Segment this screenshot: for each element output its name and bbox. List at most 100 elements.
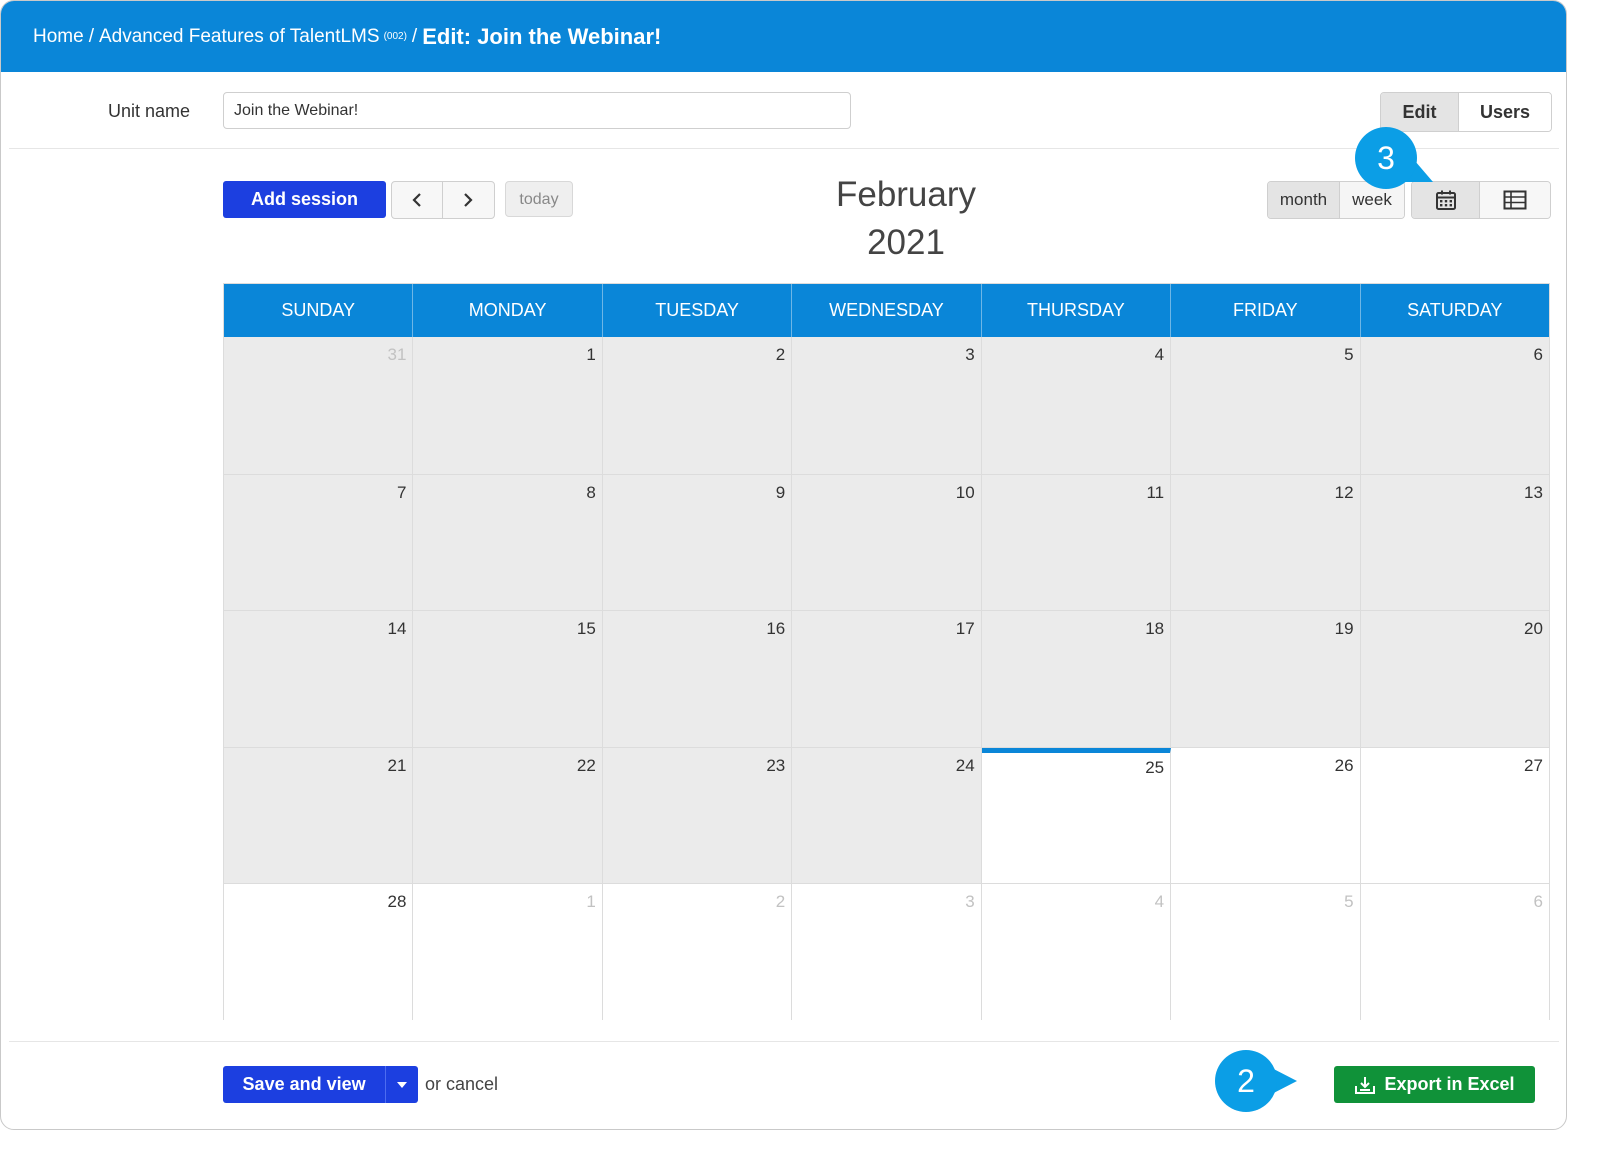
calendar-day-cell[interactable]: 11 [981, 474, 1172, 611]
calendar-day-cell[interactable]: 10 [792, 474, 982, 611]
calendar-day-cell[interactable]: 6 [1360, 884, 1549, 1020]
callout-step-3: 3 [1355, 127, 1465, 207]
day-number: 24 [955, 755, 975, 775]
calendar-day-cell[interactable]: 20 [1360, 611, 1549, 747]
weekday-wednesday: WEDNESDAY [792, 284, 982, 337]
day-number: 31 [387, 345, 407, 364]
day-number: 10 [955, 482, 975, 502]
calendar-title-year: 2021 [867, 223, 945, 262]
day-number: 5 [1344, 345, 1354, 364]
calendar-day-cell[interactable]: 1 [413, 337, 603, 474]
add-session-button[interactable]: Add session [223, 181, 386, 218]
calendar-day-cell[interactable]: 2 [602, 884, 793, 1020]
list-view-button[interactable] [1480, 182, 1550, 218]
calendar-day-cell[interactable]: 1 [413, 884, 603, 1020]
calendar-day-cell[interactable]: 19 [1171, 611, 1361, 747]
calendar-day-cell[interactable]: 4 [981, 884, 1172, 1020]
calendar-day-cell[interactable]: 2 [602, 337, 793, 474]
breadcrumb-course-code: (002) [383, 31, 407, 42]
breadcrumb-home-link[interactable]: Home [33, 26, 84, 48]
day-number: 1 [586, 345, 596, 364]
callout-step-2: 2 [1215, 1050, 1315, 1112]
day-number: 9 [775, 482, 786, 502]
save-and-view-button[interactable]: Save and view [223, 1066, 418, 1103]
month-view-button[interactable]: month [1268, 182, 1340, 218]
calendar-day-cell[interactable]: 16 [602, 611, 793, 747]
calendar-day-cell[interactable]: 17 [792, 611, 982, 747]
breadcrumb-course-link[interactable]: Advanced Features of TalentLMS [99, 26, 380, 48]
calendar-day-cell[interactable]: 3 [792, 884, 982, 1020]
day-number: 20 [1524, 619, 1543, 639]
day-number: 23 [766, 755, 786, 775]
save-options-dropdown[interactable] [386, 1066, 418, 1103]
breadcrumb: Home / Advanced Features of TalentLMS (0… [1, 1, 1566, 72]
day-number: 17 [955, 619, 975, 639]
calendar-day-cell[interactable]: 22 [413, 747, 603, 884]
day-number: 28 [387, 892, 407, 912]
day-number: 6 [1533, 892, 1543, 912]
calendar-day-cell[interactable]: 9 [602, 474, 793, 611]
callout-number: 3 [1355, 127, 1417, 189]
calendar-day-cell[interactable]: 28 [224, 884, 414, 1020]
calendar-title: February 2021 [781, 171, 1031, 267]
calendar-week-row: 7 8 9 10 11 12 13 [224, 473, 1549, 611]
weekday-header: SUNDAY MONDAY TUESDAY WEDNESDAY THURSDAY FRID… [224, 284, 1549, 337]
calendar-day-cell[interactable]: 14 [224, 611, 414, 747]
day-number: 21 [387, 755, 407, 775]
calendar-day-cell[interactable]: 5 [1171, 884, 1361, 1020]
calendar-day-cell[interactable]: 7 [224, 474, 414, 611]
breadcrumb-separator: / [411, 25, 418, 47]
calendar-week-row: 14 15 16 17 18 19 20 [224, 610, 1549, 747]
day-number: 14 [387, 619, 407, 639]
tab-users[interactable]: Users [1459, 93, 1551, 131]
day-number: 4 [1154, 345, 1165, 364]
calendar-day-cell[interactable]: 21 [224, 747, 414, 884]
page-title: Edit: Join the Webinar! [422, 23, 662, 49]
weekday-tuesday: TUESDAY [603, 284, 793, 337]
callout-number: 2 [1215, 1050, 1277, 1112]
chevron-right-icon [464, 193, 473, 207]
calendar-day-cell[interactable]: 4 [981, 337, 1172, 474]
calendar-day-cell[interactable]: 13 [1360, 474, 1549, 611]
calendar-day-cell[interactable]: 31 [224, 337, 414, 474]
day-number: 7 [396, 482, 407, 502]
calendar-day-cell[interactable]: 8 [413, 474, 603, 611]
weekday-thursday: THURSDAY [982, 284, 1172, 337]
calendar-day-cell[interactable]: 26 [1171, 747, 1361, 884]
calendar-day-cell[interactable]: 15 [413, 611, 603, 747]
tab-edit[interactable]: Edit [1381, 93, 1459, 131]
day-number: 22 [576, 755, 596, 775]
prev-month-button[interactable] [392, 182, 443, 218]
calendar-title-month: February [835, 175, 977, 214]
save-and-view-label[interactable]: Save and view [223, 1066, 387, 1103]
day-number: 6 [1533, 345, 1543, 364]
calendar-day-cell[interactable]: 25 [981, 747, 1172, 884]
day-number: 1 [586, 892, 596, 912]
calendar-day-cell[interactable]: 3 [792, 337, 982, 474]
today-button[interactable]: today [505, 181, 573, 217]
export-excel-button[interactable]: Export in Excel [1334, 1066, 1535, 1103]
day-number: 3 [965, 892, 975, 912]
weekday-sunday: SUNDAY [224, 284, 414, 337]
calendar-day-cell[interactable]: 12 [1171, 474, 1361, 611]
next-month-button[interactable] [443, 182, 493, 218]
day-number: 12 [1334, 482, 1354, 502]
calendar-day-cell[interactable]: 24 [792, 747, 982, 884]
unit-name-label: Unit name [108, 101, 191, 121]
weekday-friday: FRIDAY [1171, 284, 1361, 337]
calendar-day-cell[interactable]: 5 [1171, 337, 1361, 474]
calendar-day-cell[interactable]: 6 [1360, 337, 1549, 474]
calendar-day-cell[interactable]: 23 [602, 747, 793, 884]
weekday-saturday: SATURDAY [1407, 300, 1503, 320]
day-number: 13 [1524, 482, 1543, 502]
day-number: 18 [1145, 619, 1165, 639]
breadcrumb-separator: / [88, 25, 94, 47]
calendar-week-row: 28 1 2 3 4 5 6 [224, 883, 1549, 1020]
divider [9, 1041, 1559, 1042]
day-number: 15 [576, 619, 596, 639]
chevron-left-icon [412, 193, 421, 207]
unit-name-input[interactable]: Join the Webinar! [223, 92, 851, 129]
calendar-day-cell[interactable]: 27 [1360, 747, 1549, 884]
cancel-link[interactable]: or cancel [425, 1074, 498, 1095]
calendar-day-cell[interactable]: 18 [981, 611, 1172, 747]
